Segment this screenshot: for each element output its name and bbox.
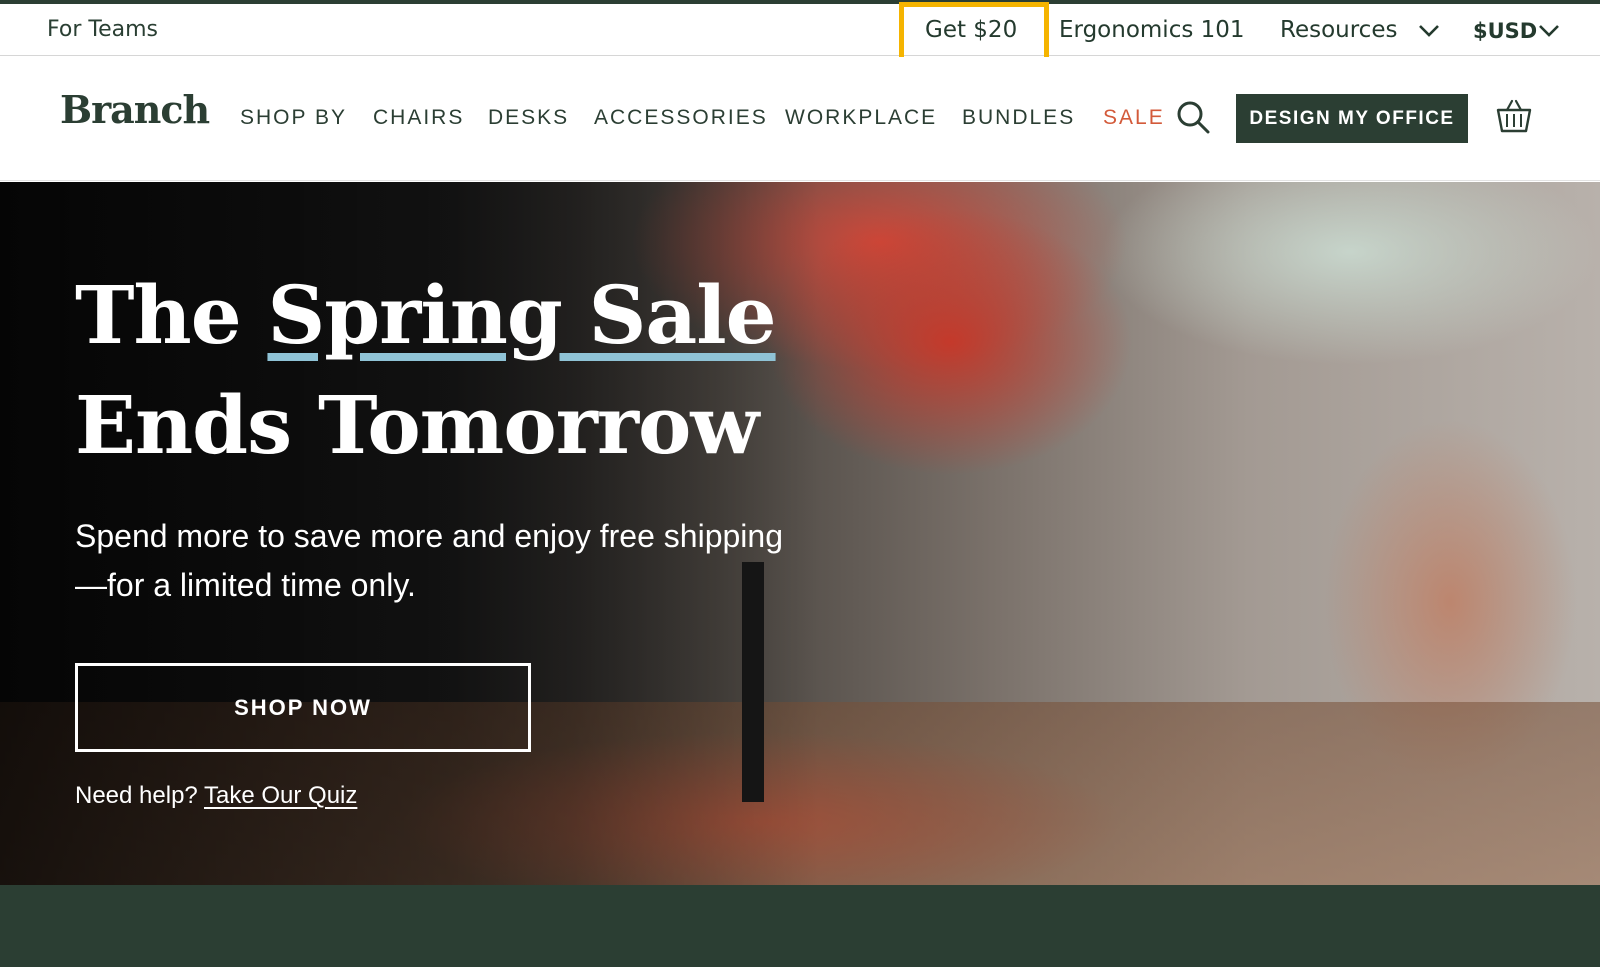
- nav-chairs[interactable]: CHAIRS: [373, 106, 464, 130]
- hero-headline: The Spring Sale Ends Tomorrow: [75, 260, 777, 480]
- take-quiz-link[interactable]: Take Our Quiz: [204, 782, 357, 809]
- help-label: Need help?: [75, 782, 204, 809]
- chevron-down-icon[interactable]: [1538, 24, 1560, 38]
- hero-banner: The Spring Sale Ends Tomorrow Spend more…: [0, 182, 1600, 885]
- ergonomics-101-link[interactable]: Ergonomics 101: [1059, 17, 1245, 43]
- bottom-band: [0, 885, 1600, 967]
- get-20-link[interactable]: Get $20: [925, 17, 1017, 43]
- resources-menu[interactable]: Resources: [1280, 17, 1397, 43]
- headline-part-2: Ends Tomorrow: [75, 378, 759, 472]
- cart-icon[interactable]: [1495, 97, 1533, 135]
- hero-subhead: Spend more to save more and enjoy free s…: [75, 518, 783, 603]
- headline-highlight: Spring Sale: [267, 268, 776, 362]
- utility-bar: For Teams Get $20 Ergonomics 101 Resourc…: [0, 2, 1600, 72]
- help-text: Need help? Take Our Quiz: [75, 782, 357, 810]
- nav-bundles[interactable]: BUNDLES: [962, 106, 1075, 130]
- chevron-down-icon[interactable]: [1418, 24, 1440, 38]
- nav-sale[interactable]: SALE: [1103, 106, 1165, 130]
- shop-now-button[interactable]: SHOP NOW: [75, 663, 531, 752]
- currency-selector[interactable]: $USD: [1473, 19, 1537, 43]
- for-teams-link[interactable]: For Teams: [47, 17, 158, 42]
- logo[interactable]: Branch: [60, 87, 210, 132]
- design-my-office-button[interactable]: DESIGN MY OFFICE: [1236, 94, 1468, 143]
- nav-desks[interactable]: DESKS: [488, 106, 569, 130]
- search-icon[interactable]: [1175, 99, 1211, 135]
- headline-part-1: The: [75, 268, 268, 362]
- nav-shop-by[interactable]: SHOP BY: [240, 106, 347, 130]
- nav-workplace[interactable]: WORKPLACE: [785, 106, 937, 130]
- main-nav: Branch SHOP BY CHAIRS DESKS ACCESSORIES …: [0, 57, 1600, 181]
- nav-accessories[interactable]: ACCESSORIES: [594, 106, 768, 130]
